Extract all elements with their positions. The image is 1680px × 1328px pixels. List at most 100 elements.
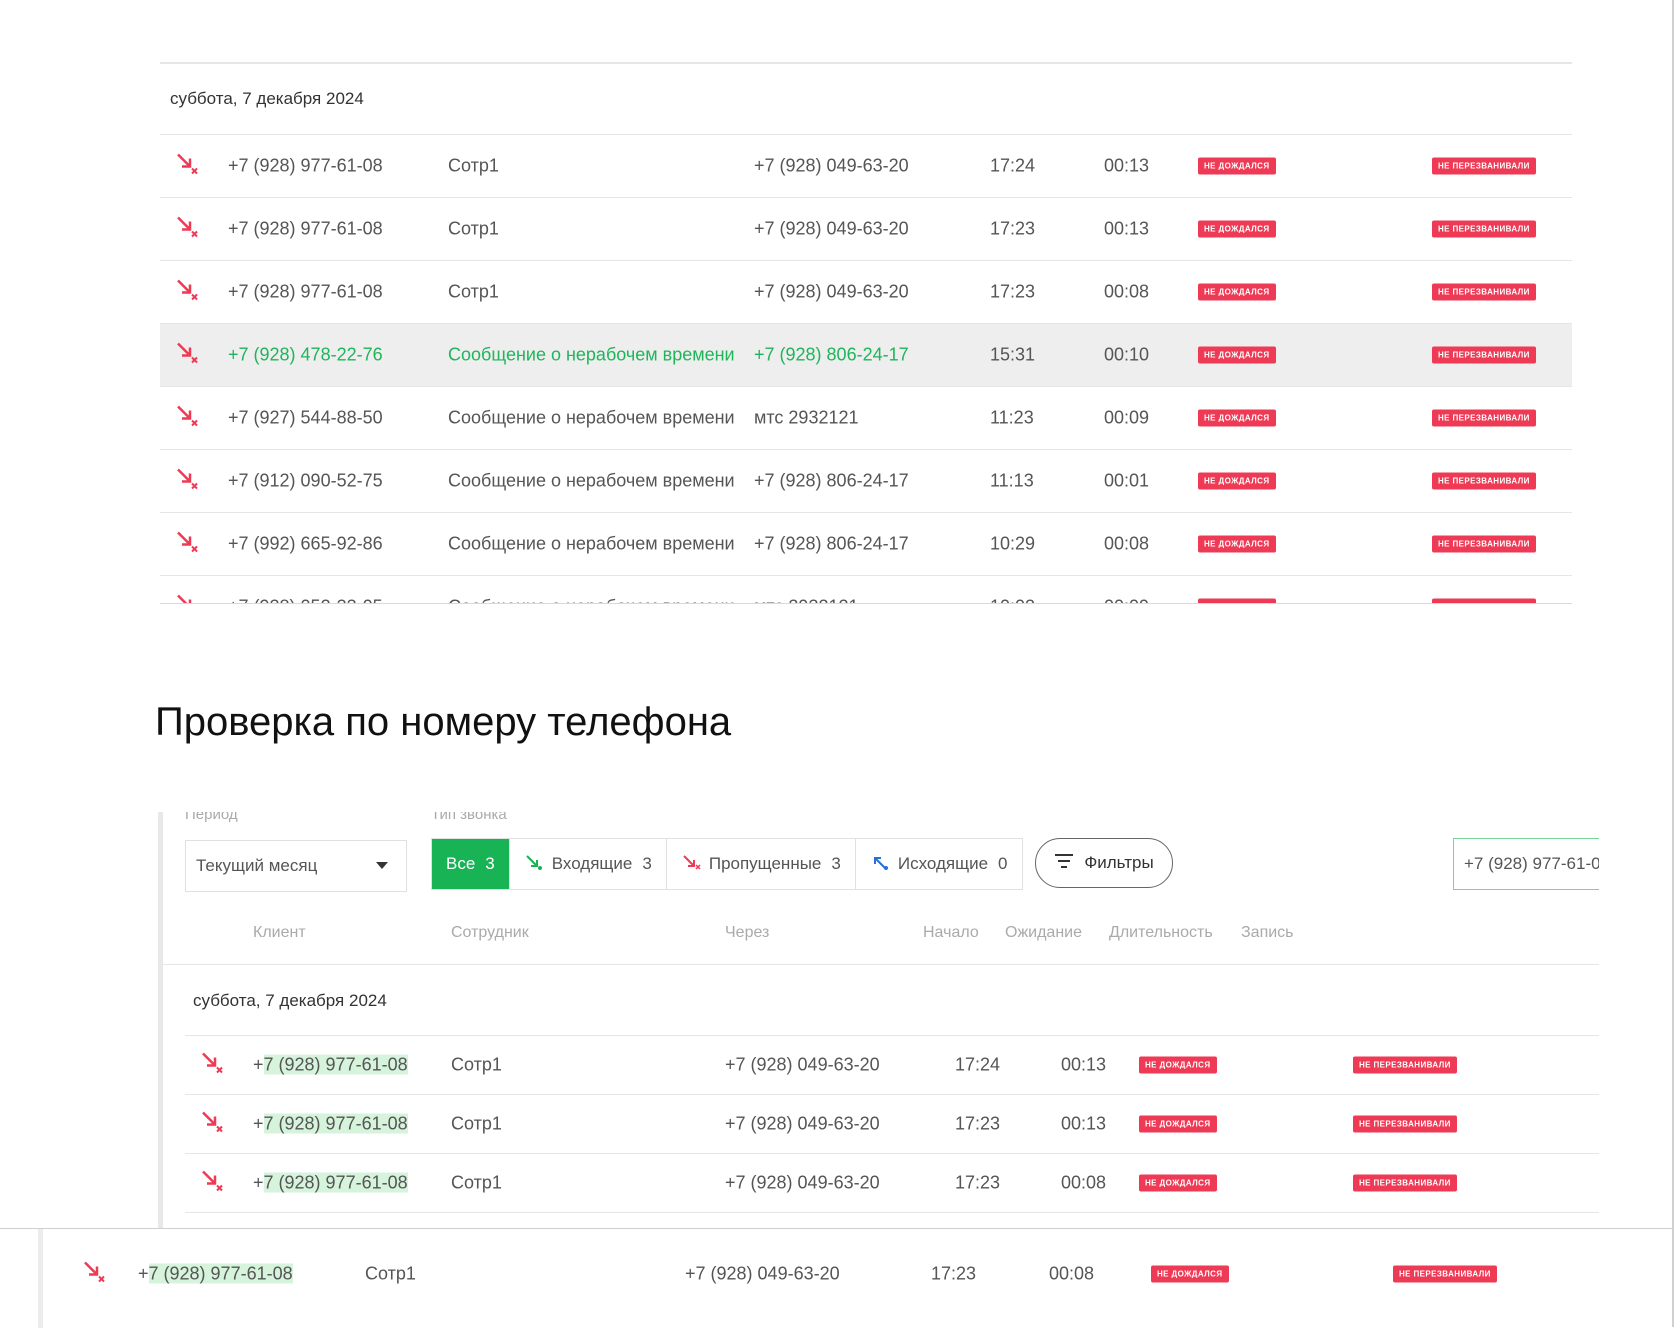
column-header-duration[interactable]: Длительность bbox=[1109, 924, 1213, 942]
wait-time: 00:08 bbox=[1049, 1263, 1095, 1284]
client-phone[interactable]: +7 (928) 977-61-08 bbox=[138, 1263, 293, 1285]
employee: Сообщение о нерабочем времени bbox=[448, 344, 735, 365]
client-phone-match: 7 (928) 977-61-08 bbox=[148, 1263, 293, 1284]
via-number: мтс 2932121 bbox=[754, 407, 859, 428]
wait-time: 00:13 bbox=[1104, 218, 1150, 239]
client-phone[interactable]: +7 (992) 665-92-86 bbox=[228, 534, 383, 555]
client-phone[interactable]: +7 (912) 090-52-75 bbox=[228, 471, 383, 492]
start-time: 10:29 bbox=[990, 533, 1036, 554]
outgoing-icon bbox=[870, 853, 890, 876]
client-phone[interactable]: +7 (928) 977-61-08 bbox=[228, 156, 383, 177]
wait-time: 00:09 bbox=[1104, 407, 1150, 428]
column-header-client[interactable]: Клиент bbox=[253, 924, 306, 942]
via-number: +7 (928) 049-63-20 bbox=[725, 1054, 880, 1075]
client-phone-match: 7 (928) 977-61-08 bbox=[263, 1172, 408, 1193]
missed-icon bbox=[681, 853, 701, 876]
type-missed-button[interactable]: Пропущенные 3 bbox=[667, 839, 856, 889]
table-row[interactable]: +7 (928) 478-22-76 Сообщение о нерабочем … bbox=[160, 324, 1572, 387]
start-time: 11:23 bbox=[990, 407, 1034, 428]
type-outgoing-count: 0 bbox=[998, 854, 1008, 873]
employee: Сообщение о нерабочем времени bbox=[448, 470, 735, 491]
via-number: +7 (928) 049-63-20 bbox=[725, 1113, 880, 1134]
type-missed-label: Пропущенные bbox=[708, 854, 822, 873]
via-number: +7 (928) 049-63-20 bbox=[754, 155, 909, 176]
missed-call-icon bbox=[174, 277, 200, 308]
table-row[interactable]: +7 (928) 977-61-08 Сотр1 +7 (928) 049-63-2… bbox=[160, 198, 1572, 261]
table-row[interactable]: +7 (992) 665-92-86 Сообщение о нерабочем … bbox=[160, 513, 1572, 576]
wait-time: 00:08 bbox=[1061, 1172, 1107, 1193]
call-log-table: суббота, 7 декабря 2024 +7 (928) 977-61-… bbox=[160, 62, 1572, 604]
client-phone[interactable]: +7 (928) 977-61-08 bbox=[253, 1054, 408, 1076]
employee: Сообщение о нерабочем времени bbox=[448, 533, 735, 554]
filter-icon bbox=[1054, 853, 1074, 874]
start-time: 15:31 bbox=[990, 344, 1036, 365]
callback-badge: НЕ ПЕРЕЗВАНИВАЛИ bbox=[1432, 472, 1536, 490]
start-time: 17:23 bbox=[955, 1113, 1001, 1134]
table-row[interactable]: +7 (928) 977-61-08 Сотр1 +7 (928) 049-63-2… bbox=[185, 1036, 1599, 1095]
missed-call-icon bbox=[174, 340, 200, 371]
wait-time: 00:13 bbox=[1061, 1113, 1107, 1134]
missed-call-icon bbox=[174, 529, 200, 560]
client-phone[interactable]: +7 (928) 977-61-08 bbox=[228, 282, 383, 303]
table-row[interactable]: +7 (927) 544-88-50 Сообщение о нерабочем … bbox=[160, 387, 1572, 450]
type-missed-count: 3 bbox=[831, 854, 841, 873]
table-row[interactable]: +7 (928) 977-61-08 Сотр1 +7 (928) 049-63… bbox=[43, 1229, 1543, 1319]
incoming-icon bbox=[524, 853, 544, 876]
table-row[interactable]: +7 (912) 090-52-75 Сообщение о нерабочем … bbox=[160, 450, 1572, 513]
callback-badge: НЕ ПЕРЕЗВАНИВАЛИ bbox=[1353, 1056, 1457, 1074]
type-incoming-button[interactable]: Входящие 3 bbox=[510, 839, 667, 889]
column-header-start[interactable]: Начало bbox=[923, 924, 979, 942]
employee: Сотр1 bbox=[448, 218, 499, 239]
type-all-count: 3 bbox=[485, 854, 495, 873]
status-badge: НЕ ДОЖДАЛСЯ bbox=[1198, 346, 1276, 364]
client-phone[interactable]: +7 (927) 544-88-50 bbox=[228, 408, 383, 429]
table-row[interactable]: +7 (928) 052-33-05Сообщение о нерабочем … bbox=[160, 576, 1572, 604]
table-row[interactable]: +7 (928) 977-61-08 Сотр1 +7 (928) 049-63-2… bbox=[185, 1095, 1599, 1154]
column-header-wait[interactable]: Ожидание bbox=[1005, 924, 1082, 942]
client-phone[interactable]: +7 (928) 977-61-08 bbox=[228, 219, 383, 240]
phone-search-input[interactable]: +7 (928) 977-61-08 bbox=[1453, 838, 1599, 890]
date-group-header: суббота, 7 декабря 2024 bbox=[160, 64, 1572, 135]
period-label: Период bbox=[185, 812, 238, 823]
column-header-via[interactable]: Через bbox=[725, 924, 769, 942]
table-row[interactable]: +7 (928) 977-61-08 Сотр1 +7 (928) 049-63-2… bbox=[160, 261, 1572, 324]
date-group-header: суббота, 7 декабря 2024 bbox=[185, 966, 1599, 1036]
client-phone[interactable]: +7 (928) 478-22-76 bbox=[228, 345, 383, 366]
client-phone[interactable]: +7 (928) 977-61-08 bbox=[253, 1113, 408, 1135]
phone-check-panel: Период Тип звонка Текущий месяц Все 3 Вх… bbox=[158, 812, 1599, 1230]
wait-time: 00:01 bbox=[1104, 470, 1150, 491]
missed-call-icon bbox=[174, 151, 200, 182]
column-header-record[interactable]: Запись bbox=[1241, 924, 1294, 942]
client-phone-prefix: + bbox=[253, 1054, 264, 1075]
client-phone-match: 7 (928) 977-61-08 bbox=[263, 1113, 408, 1134]
type-outgoing-button[interactable]: Исходящие 0 bbox=[856, 839, 1022, 889]
column-header-employee[interactable]: Сотрудник bbox=[451, 924, 529, 942]
client-phone-match: 7 (928) 977-61-08 bbox=[263, 1054, 408, 1075]
period-select[interactable]: Текущий месяц bbox=[185, 840, 407, 892]
missed-call-icon bbox=[199, 1168, 225, 1199]
start-time: 11:13 bbox=[990, 470, 1034, 491]
start-time: 17:23 bbox=[955, 1172, 1001, 1193]
client-phone-prefix: + bbox=[253, 1172, 264, 1193]
table-row[interactable]: +7 (928) 977-61-08 Сотр1 +7 (928) 049-63-2… bbox=[185, 1154, 1599, 1213]
employee: Сотр1 bbox=[448, 155, 499, 176]
via-number: +7 (928) 806-24-17 bbox=[754, 533, 909, 554]
start-time: 17:23 bbox=[931, 1263, 977, 1284]
status-badge: НЕ ДОЖДАЛСЯ bbox=[1198, 535, 1276, 553]
table-row[interactable]: +7 (928) 977-61-08 Сотр1 +7 (928) 049-63-2… bbox=[160, 135, 1572, 198]
section-title: Проверка по номеру телефона bbox=[155, 700, 732, 744]
call-type-label: Тип звонка bbox=[431, 812, 507, 823]
callback-badge: НЕ ПЕРЕЗВАНИВАЛИ bbox=[1432, 535, 1536, 553]
employee: Сотр1 bbox=[451, 1172, 502, 1193]
employee: Сотр1 bbox=[448, 281, 499, 302]
via-number: +7 (928) 049-63-20 bbox=[685, 1263, 840, 1284]
via-number: +7 (928) 049-63-20 bbox=[754, 281, 909, 302]
period-select-value: Текущий месяц bbox=[196, 856, 318, 875]
wait-time: 00:13 bbox=[1061, 1054, 1107, 1075]
status-badge: НЕ ДОЖДАЛСЯ bbox=[1151, 1265, 1229, 1283]
filters-button[interactable]: Фильтры bbox=[1035, 838, 1173, 888]
type-all-button[interactable]: Все 3 bbox=[432, 839, 510, 889]
table-header: Клиент Сотрудник Через Начало Ожидание Д… bbox=[163, 900, 1599, 965]
wait-time: 00:13 bbox=[1104, 155, 1150, 176]
client-phone[interactable]: +7 (928) 977-61-08 bbox=[253, 1172, 408, 1194]
